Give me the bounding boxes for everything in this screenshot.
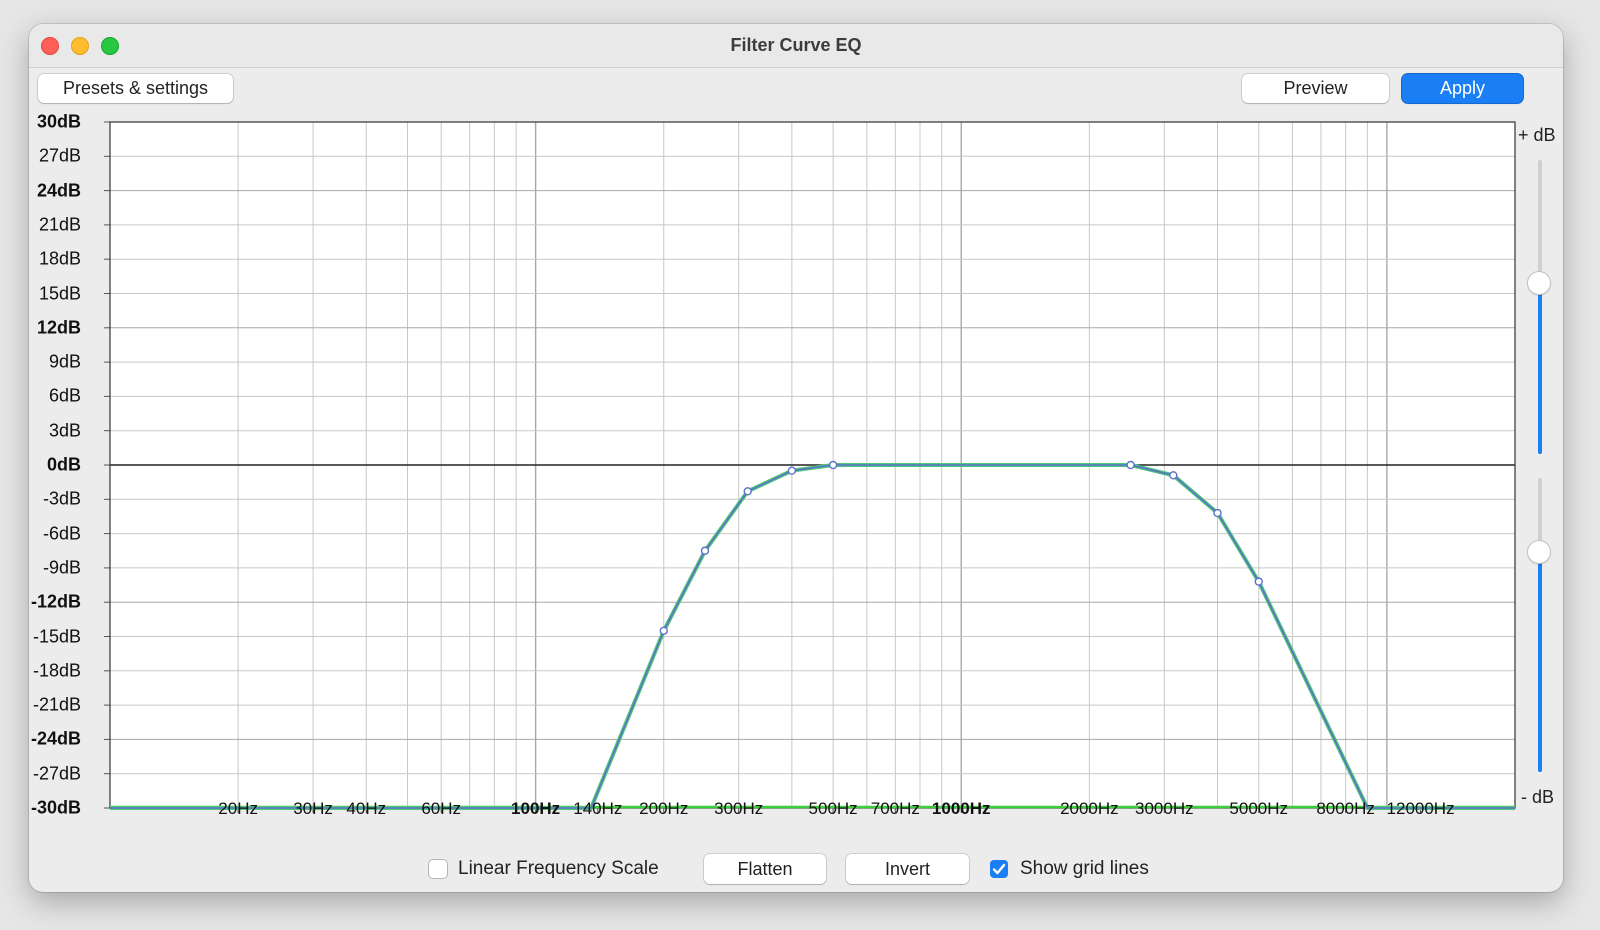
- y-tick-label: 18dB: [38, 248, 81, 269]
- min-db-slider-knob[interactable]: [1528, 540, 1550, 563]
- y-tick-label: -27dB: [32, 763, 81, 784]
- y-tick-label: 24dB: [36, 180, 81, 201]
- max-db-slider[interactable]: [1528, 160, 1550, 454]
- x-tick-label: 5000Hz: [1229, 799, 1289, 818]
- y-tick-label: 12dB: [36, 317, 81, 338]
- y-tick-label: -15dB: [32, 626, 81, 646]
- x-tick-label: 3000Hz: [1135, 799, 1194, 818]
- y-tick-label: 15dB: [38, 283, 81, 303]
- x-tick-label: 1000Hz: [931, 799, 991, 818]
- preview-button[interactable]: Preview: [1242, 74, 1389, 103]
- x-tick-label: 30Hz: [293, 799, 333, 818]
- y-tick-label: 3dB: [48, 420, 81, 441]
- plus-db-label: + dB: [1518, 125, 1556, 145]
- x-tick-label: 300Hz: [714, 799, 764, 818]
- y-tick-label: -18dB: [32, 660, 81, 681]
- title-bar: Filter Curve EQ: [29, 24, 1563, 68]
- y-tick-label: 21dB: [38, 214, 81, 235]
- eq-window: Filter Curve EQ Presets & settings Previ…: [29, 24, 1563, 892]
- y-tick-label: 9dB: [48, 351, 81, 372]
- x-tick-label: 8000Hz: [1316, 799, 1375, 818]
- max-db-slider-fill: [1538, 283, 1542, 454]
- y-tick-label: 0dB: [46, 454, 81, 475]
- x-tick-label: 500Hz: [808, 799, 858, 818]
- min-db-slider[interactable]: [1528, 478, 1550, 772]
- window-title: Filter Curve EQ: [730, 35, 862, 55]
- y-tick-label: -12dB: [30, 591, 81, 612]
- y-tick-label: -21dB: [32, 694, 81, 715]
- flatten-button[interactable]: Flatten: [704, 854, 826, 884]
- x-tick-label: 40Hz: [346, 799, 387, 818]
- y-tick-label: -6dB: [42, 523, 81, 544]
- y-tick-label: -24dB: [30, 728, 81, 749]
- checkmark-icon: [992, 863, 1006, 875]
- minus-db-label: - dB: [1521, 787, 1555, 807]
- x-tick-label: 60Hz: [421, 799, 462, 818]
- x-tick-label: 2000Hz: [1060, 799, 1119, 818]
- y-tick-label: -30dB: [30, 797, 81, 818]
- x-tick-label: 12000Hz: [1386, 799, 1455, 818]
- presets-settings-button[interactable]: Presets & settings: [38, 74, 233, 103]
- x-tick-label: 20Hz: [218, 799, 258, 818]
- invert-button[interactable]: Invert: [846, 854, 969, 884]
- show-grid-lines-checkbox[interactable]: [990, 860, 1008, 878]
- x-tick-label: 700Hz: [870, 799, 920, 818]
- show-grid-lines-label[interactable]: Show grid lines: [1020, 858, 1149, 880]
- x-tick-label: 140Hz: [573, 799, 623, 818]
- apply-button[interactable]: Apply: [1402, 74, 1523, 103]
- y-tick-label: -9dB: [42, 557, 81, 578]
- min-db-slider-fill: [1538, 551, 1542, 772]
- y-tick-label: -3dB: [42, 488, 81, 509]
- y-tick-label: 27dB: [38, 145, 81, 166]
- y-tick-label: 6dB: [48, 385, 81, 406]
- linear-frequency-scale-label[interactable]: Linear Frequency Scale: [458, 858, 659, 880]
- x-tick-label: 200Hz: [639, 799, 689, 818]
- x-tick-label: 100Hz: [511, 799, 561, 818]
- linear-frequency-scale-checkbox[interactable]: [429, 860, 447, 878]
- y-tick-label: 30dB: [36, 111, 81, 132]
